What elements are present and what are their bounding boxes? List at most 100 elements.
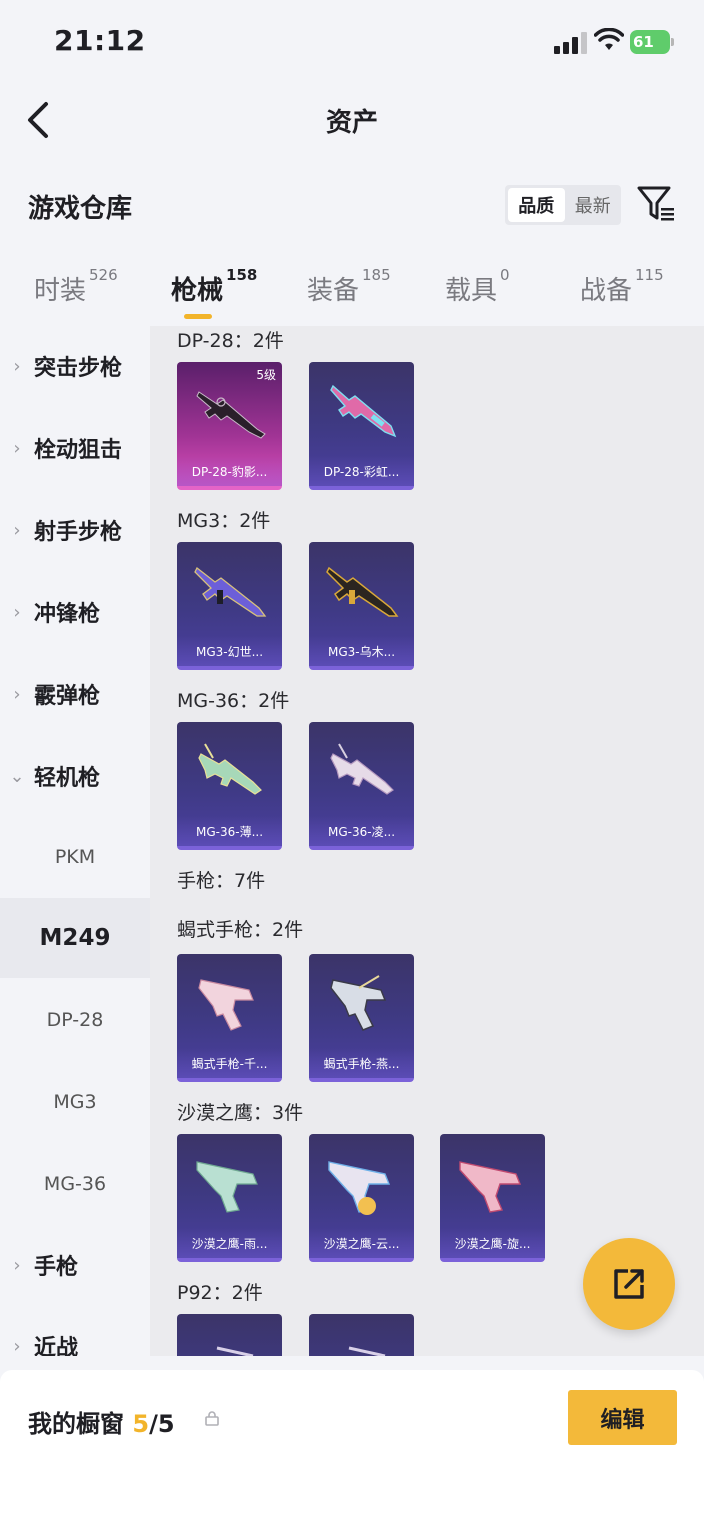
sidebar-item-label: 轻机枪 (34, 766, 101, 791)
wifi-icon (594, 28, 624, 50)
weapon-card[interactable]: 沙漠之鹰-云... (309, 1134, 414, 1262)
status-time: 21:12 (54, 24, 146, 57)
share-button[interactable] (583, 1238, 675, 1330)
weapon-name: 沙漠之鹰-旋... (454, 1237, 531, 1251)
weapon-card[interactable] (177, 1314, 282, 1356)
sort-toggle: 品质 最新 (505, 185, 621, 225)
sidebar-item-label: 射手步枪 (34, 520, 123, 545)
group-title: 手枪：7件 (177, 870, 266, 892)
tab-count: 158 (226, 266, 258, 284)
weapon-card[interactable]: MG3-乌木... (309, 542, 414, 670)
sidebar-item-pistol[interactable]: › 手枪 (0, 1225, 150, 1305)
group-title: MG3：2件 (177, 510, 271, 532)
sidebar-item-label: 霰弹枪 (34, 684, 101, 709)
weapon-card[interactable]: 沙漠之鹰-雨... (177, 1134, 282, 1262)
weapon-name: DP-28-彩虹... (323, 465, 400, 479)
showcase-label: 我的橱窗 5/5 (28, 1404, 175, 1439)
weapon-card[interactable] (309, 1314, 414, 1356)
sidebar-item-lmg[interactable]: ⌄ 轻机枪 (0, 736, 150, 816)
chevron-right-icon: › (13, 683, 21, 705)
tab-count: 0 (500, 266, 510, 284)
tab-supplies[interactable]: 战备115 (580, 266, 664, 307)
sort-quality-button[interactable]: 品质 (508, 188, 565, 222)
weapon-name: MG-36-薄... (195, 825, 264, 839)
tab-count: 115 (635, 266, 664, 284)
chevron-right-icon: › (13, 1254, 21, 1276)
showcase-separator: / (149, 1410, 158, 1438)
group-title: 蝎式手枪：2件 (177, 919, 304, 941)
showcase-count: 5/5 (132, 1410, 174, 1438)
chevron-right-icon: › (13, 355, 21, 377)
tab-label: 战备 (580, 276, 633, 306)
sidebar-item-label: 近战 (34, 1336, 79, 1356)
filter-icon[interactable] (636, 184, 676, 224)
lmg-skin-icon (326, 566, 399, 617)
category-sidebar: › 突击步枪 › 栓动狙击 › 射手步枪 › 冲锋枪 › 霰弹枪 ⌄ 轻机枪 PKM M24… (0, 326, 150, 1356)
sidebar-item-smg[interactable]: › 冲锋枪 (0, 572, 150, 652)
tab-vehicles[interactable]: 载具0 (445, 266, 510, 307)
sidebar-sub-dp28[interactable]: DP-28 (0, 980, 150, 1060)
showcase-title: 我的橱窗 (28, 1410, 124, 1438)
page-title: 资产 (325, 108, 378, 138)
chevron-down-icon: ⌄ (9, 765, 25, 787)
pistol-skin-icon (216, 1346, 254, 1356)
lmg-skin-icon (194, 567, 267, 617)
sidebar-item-label: 手枪 (34, 1255, 79, 1280)
sort-newest-button[interactable]: 最新 (565, 185, 622, 225)
weapon-card[interactable]: 5级 DP-28-豹影... (177, 362, 282, 490)
pistol-skin-icon (196, 1161, 258, 1213)
weapon-name: 蝎式手枪-千... (191, 1057, 268, 1071)
weapon-card[interactable]: 蝎式手枪-千... (177, 954, 282, 1082)
sidebar-sub-m249[interactable]: M249 (0, 898, 150, 978)
weapon-grid: DP-28：2件 5级 DP-28-豹影... DP-28-彩虹... MG3：… (150, 326, 704, 1356)
showcase-total: 5 (157, 1410, 175, 1438)
weapon-name: DP-28-豹影... (191, 465, 268, 479)
showcase-bar: 我的橱窗 5/5 编辑 (0, 1370, 704, 1523)
cellular-signal-icon (554, 32, 588, 54)
tab-label: 装备 (307, 276, 360, 306)
sidebar-sub-mg36[interactable]: MG-36 (0, 1144, 150, 1224)
sidebar-item-label: 突击步枪 (34, 356, 123, 381)
chevron-right-icon: › (13, 437, 21, 459)
category-tabs: 时装526 枪械158 装备185 载具0 战备115 (0, 262, 704, 322)
chevron-right-icon: › (13, 601, 21, 623)
sidebar-item-marksman-rifle[interactable]: › 射手步枪 (0, 490, 150, 570)
pistol-skin-icon (198, 979, 254, 1031)
battery-icon: 61 (630, 30, 674, 54)
weapon-card[interactable]: MG-36-凌... (309, 722, 414, 850)
weapon-name: MG-36-凌... (327, 825, 396, 839)
tab-label: 时装 (34, 276, 87, 306)
tab-count: 185 (362, 266, 391, 284)
edit-button[interactable]: 编辑 (568, 1390, 677, 1445)
pistol-skin-icon (330, 975, 387, 1031)
tab-fashion[interactable]: 时装526 (34, 266, 118, 307)
sidebar-item-bolt-sniper[interactable]: › 栓动狙击 (0, 408, 150, 488)
active-tab-indicator (184, 314, 212, 319)
tab-equipment[interactable]: 装备185 (307, 266, 391, 307)
weapon-card[interactable]: DP-28-彩虹... (309, 362, 414, 490)
status-bar: 21:12 61 (0, 0, 704, 80)
lmg-skin-icon (330, 743, 394, 795)
weapon-card[interactable]: 沙漠之鹰-旋... (440, 1134, 545, 1262)
weapon-card[interactable]: MG-36-薄... (177, 722, 282, 850)
sidebar-sub-pkm[interactable]: PKM (0, 817, 150, 897)
lmg-skin-icon (330, 384, 397, 438)
weapon-card[interactable]: 蝎式手枪-燕... (309, 954, 414, 1082)
lmg-skin-icon (198, 743, 262, 795)
sidebar-sub-mg3[interactable]: MG3 (0, 1062, 150, 1142)
chevron-right-icon: › (13, 519, 21, 541)
weapon-name: MG3-乌木... (327, 645, 396, 659)
tab-count: 526 (89, 266, 118, 284)
pistol-skin-icon (348, 1346, 386, 1356)
group-title: MG-36：2件 (177, 690, 290, 712)
sidebar-item-melee[interactable]: › 近战 (0, 1306, 150, 1357)
showcase-current: 5 (132, 1410, 150, 1438)
tab-guns[interactable]: 枪械158 (171, 266, 257, 307)
tab-label: 枪械 (171, 276, 224, 306)
sidebar-item-assault-rifle[interactable]: › 突击步枪 (0, 326, 150, 406)
share-icon (614, 1269, 644, 1299)
weapon-name: MG3-幻世... (195, 645, 264, 659)
weapon-card[interactable]: MG3-幻世... (177, 542, 282, 670)
sidebar-item-shotgun[interactable]: › 霰弹枪 (0, 654, 150, 734)
group-title: 沙漠之鹰：3件 (177, 1102, 304, 1124)
